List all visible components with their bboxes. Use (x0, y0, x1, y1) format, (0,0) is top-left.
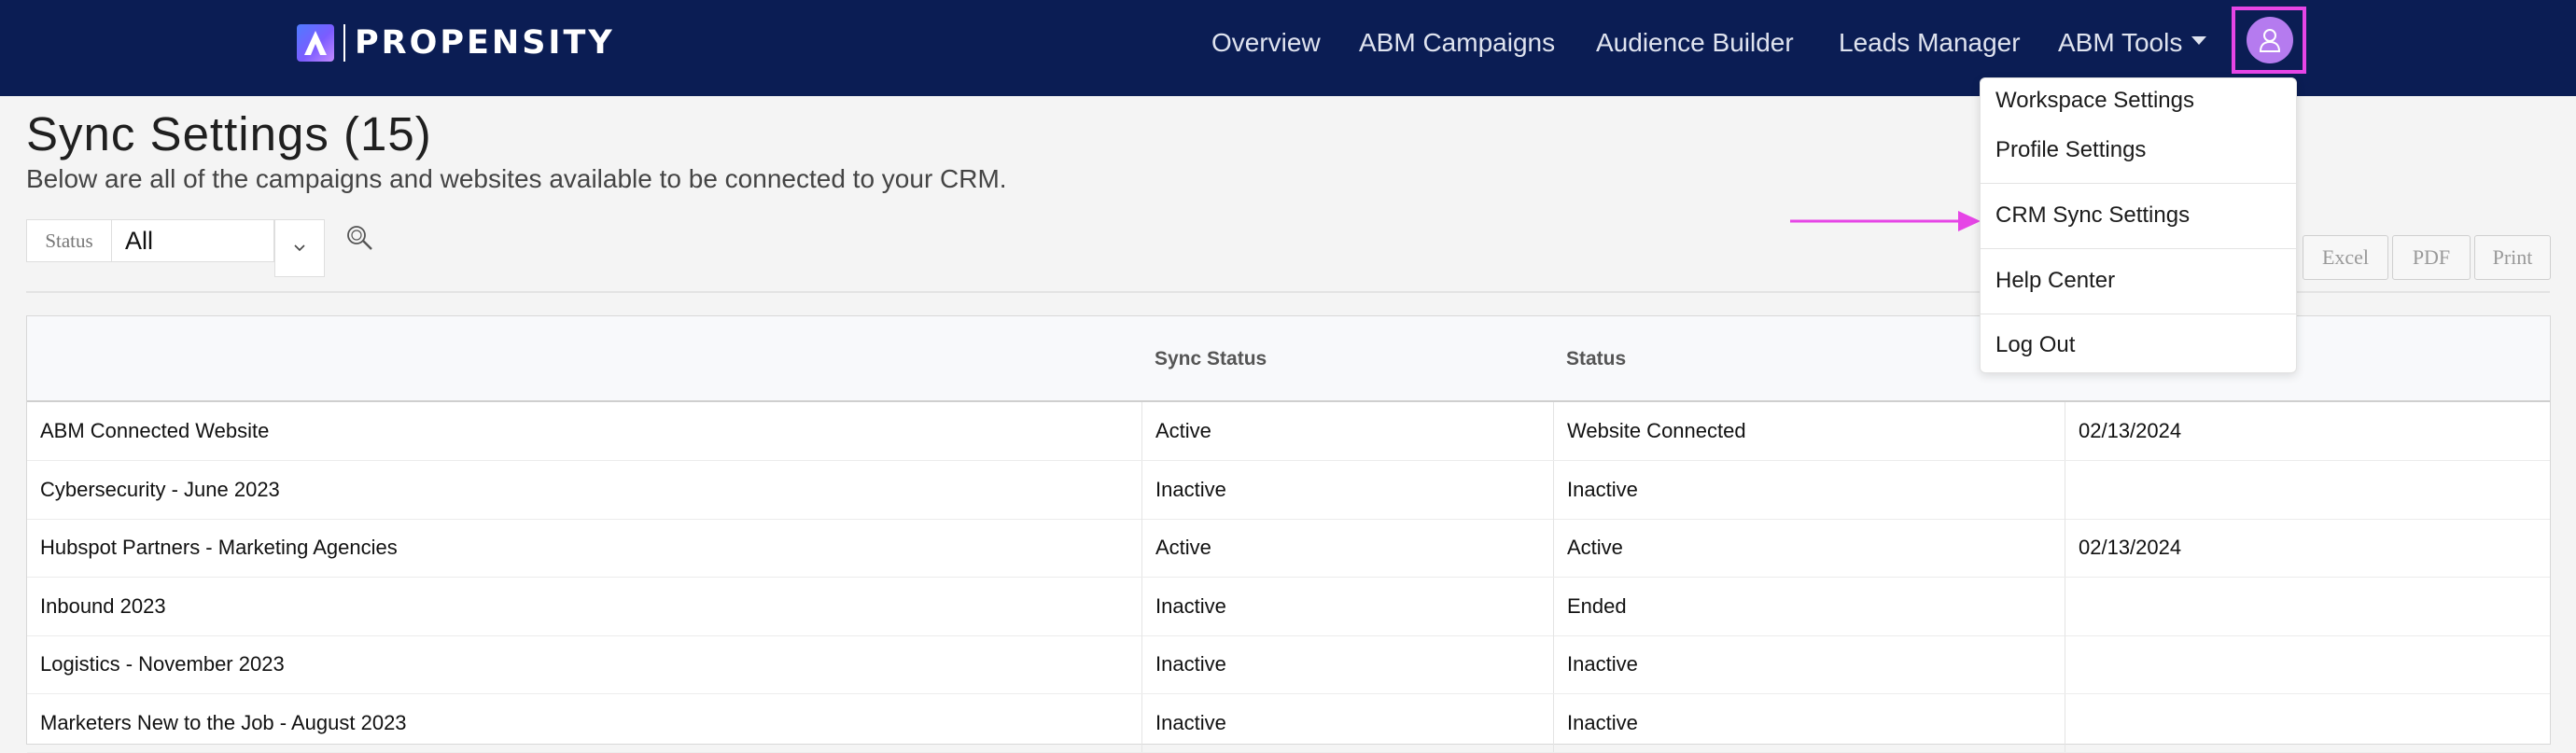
menu-item-crm-sync-settings[interactable]: CRM Sync Settings (1995, 202, 2190, 229)
column-header-sync-status[interactable]: Sync Status (1155, 348, 1267, 370)
status-filter-label: Status (26, 219, 112, 262)
column-header-status[interactable]: Status (1566, 348, 1626, 370)
row-date (2065, 578, 2550, 635)
row-status: Website Connected (1553, 402, 2065, 460)
logo-divider (343, 24, 345, 62)
menu-divider (1981, 183, 2296, 184)
status-select[interactable]: All (112, 219, 274, 262)
nav-item-overview[interactable]: Overview (1211, 28, 1321, 58)
nav-item-audience-builder[interactable]: Audience Builder (1596, 28, 1794, 58)
row-date (2065, 635, 2550, 693)
user-dropdown-menu: Workspace Settings Profile Settings CRM … (1980, 77, 2297, 373)
row-name: Cybersecurity - June 2023 (40, 478, 280, 501)
row-date: 02/13/2024 (2065, 519, 2550, 577)
row-name: ABM Connected Website (40, 419, 270, 442)
brand-name: PROPENSITY (355, 24, 615, 62)
row-date: 02/13/2024 (2065, 402, 2550, 460)
menu-item-help-center[interactable]: Help Center (1995, 268, 2115, 294)
row-name: Marketers New to the Job - August 2023 (40, 711, 407, 734)
menu-item-workspace-settings[interactable]: Workspace Settings (1995, 88, 2194, 114)
row-sync-status: Inactive (1141, 461, 1553, 519)
status-dropdown-toggle[interactable] (274, 219, 325, 277)
row-name: Logistics - November 2023 (40, 652, 285, 676)
chevron-down-icon (294, 244, 305, 252)
row-status: Inactive (1553, 635, 2065, 693)
table-row[interactable]: ABM Connected Website Active Website Con… (27, 402, 2550, 461)
nav-item-leads-manager[interactable]: Leads Manager (1839, 28, 2021, 58)
export-pdf-button[interactable]: PDF (2392, 235, 2471, 280)
search-icon (347, 226, 372, 250)
table-row[interactable]: Hubspot Partners - Marketing Agencies Ac… (27, 519, 2550, 578)
row-name: Inbound 2023 (40, 594, 166, 618)
row-sync-status: Inactive (1141, 578, 1553, 635)
table-row[interactable]: Inbound 2023 Inactive Ended (27, 578, 2550, 636)
row-date (2065, 694, 2550, 752)
nav-item-abm-campaigns[interactable]: ABM Campaigns (1359, 28, 1555, 58)
row-status: Ended (1553, 578, 2065, 635)
sync-settings-table: Sync Status Status ABM Connected Website… (26, 315, 2551, 753)
row-sync-status: Inactive (1141, 635, 1553, 693)
menu-divider (1981, 248, 2296, 249)
row-date (2065, 461, 2550, 519)
status-filter: Status All (26, 219, 325, 277)
brand-logo[interactable]: PROPENSITY (297, 24, 615, 62)
abm-tools-label: ABM Tools (2058, 28, 2183, 57)
user-avatar-button[interactable] (2247, 17, 2293, 63)
propensity-logo-icon (297, 24, 334, 62)
row-sync-status: Inactive (1141, 694, 1553, 752)
page-subtitle: Below are all of the campaigns and websi… (26, 164, 1007, 193)
table-row[interactable]: Logistics - November 2023 Inactive Inact… (27, 635, 2550, 694)
user-icon (2259, 29, 2281, 52)
export-excel-button[interactable]: Excel (2303, 235, 2388, 280)
caret-down-icon (2191, 36, 2207, 46)
table-row[interactable]: Cybersecurity - June 2023 Inactive Inact… (27, 461, 2550, 520)
nav-item-abm-tools[interactable]: ABM Tools (2058, 28, 2207, 58)
row-status: Active (1553, 519, 2065, 577)
row-status: Inactive (1553, 694, 2065, 752)
search-button[interactable] (343, 224, 377, 257)
row-sync-status: Active (1141, 402, 1553, 460)
export-print-button[interactable]: Print (2474, 235, 2551, 280)
table-row[interactable]: Marketers New to the Job - August 2023 I… (27, 694, 2550, 753)
page-title: Sync Settings (15) (26, 107, 432, 160)
menu-item-log-out[interactable]: Log Out (1995, 332, 2075, 358)
row-sync-status: Active (1141, 519, 1553, 577)
row-status: Inactive (1553, 461, 2065, 519)
arrow-right-icon (1790, 211, 1981, 231)
menu-item-profile-settings[interactable]: Profile Settings (1995, 137, 2146, 163)
row-name: Hubspot Partners - Marketing Agencies (40, 536, 398, 559)
